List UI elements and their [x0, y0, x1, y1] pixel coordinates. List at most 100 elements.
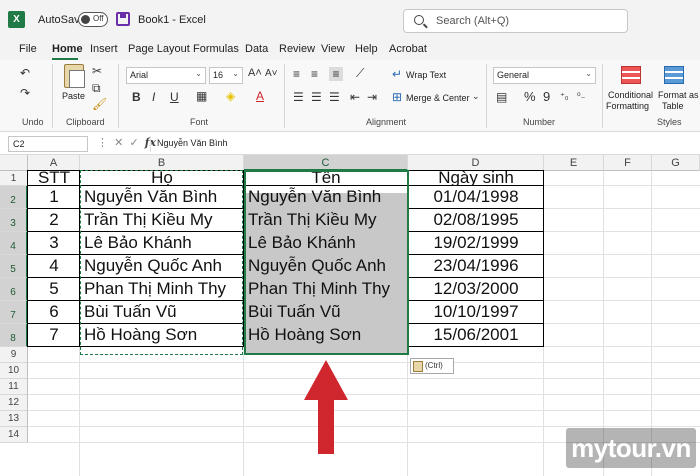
align-middle-icon[interactable]: ≡: [311, 67, 318, 81]
tab-help[interactable]: Help: [355, 43, 378, 55]
comma-style-button[interactable]: 9: [543, 89, 550, 104]
row-header-2[interactable]: 2: [0, 186, 28, 209]
group-divider: [486, 64, 487, 128]
row-header-11[interactable]: 11: [0, 379, 28, 395]
title-bar: X AutoSave Off Book1 - Excel Search (Alt…: [0, 0, 700, 40]
orientation-icon[interactable]: ⟋: [356, 66, 364, 81]
increase-indent-icon[interactable]: ⇥: [367, 90, 377, 104]
header-cell[interactable]: Tên: [244, 168, 408, 186]
tab-formulas[interactable]: Formulas: [193, 43, 239, 55]
gridline-horizontal: [28, 394, 700, 395]
decrease-font-icon[interactable]: A˅: [265, 68, 278, 79]
row-header-13[interactable]: 13: [0, 411, 28, 427]
paste-button[interactable]: Paste: [62, 91, 85, 101]
row-header-14[interactable]: 14: [0, 427, 28, 443]
percent-button[interactable]: %: [524, 89, 536, 104]
formula-input[interactable]: Nguyễn Văn Bình: [150, 136, 698, 152]
row-header-8[interactable]: 8: [0, 324, 28, 347]
group-divider: [602, 64, 603, 128]
select-all-corner[interactable]: [0, 155, 28, 171]
search-placeholder: Search (Alt+Q): [436, 15, 510, 27]
save-icon[interactable]: [116, 12, 130, 26]
cut-icon[interactable]: ✂: [92, 64, 102, 78]
document-title: Book1 - Excel: [138, 14, 206, 26]
tab-review[interactable]: Review: [279, 43, 315, 55]
tab-home[interactable]: Home: [52, 43, 83, 55]
merge-center-button[interactable]: Merge & Center: [406, 93, 470, 103]
gridline-horizontal: [28, 362, 700, 363]
align-bottom-icon[interactable]: ≡: [329, 67, 343, 81]
align-center-icon[interactable]: ☰: [311, 90, 322, 104]
table-cell[interactable]: 15/06/2001: [408, 325, 544, 351]
undo-icon[interactable]: ↶: [20, 66, 30, 80]
font-name-select[interactable]: Arial ⌄: [126, 67, 206, 84]
column-header-e[interactable]: E: [544, 155, 604, 171]
header-cell[interactable]: Ngày sinh: [408, 168, 544, 186]
merge-icon: ⊞: [392, 90, 403, 104]
row-header-3[interactable]: 3: [0, 209, 28, 232]
alignment-group-label: Alignment: [366, 117, 407, 127]
row-header-4[interactable]: 4: [0, 232, 28, 255]
conditional-formatting-icon[interactable]: [621, 66, 641, 84]
format-painter-icon[interactable]: 🖌: [92, 97, 107, 111]
paste-icon[interactable]: [64, 64, 85, 88]
row-header-5[interactable]: 5: [0, 255, 28, 278]
italic-button[interactable]: I: [152, 90, 155, 104]
fill-color-icon[interactable]: ◈: [226, 89, 235, 103]
row-header-9[interactable]: 9: [0, 347, 28, 363]
tab-insert[interactable]: Insert: [90, 43, 118, 55]
font-size-select[interactable]: 16 ⌄: [209, 67, 243, 84]
format-as-table-label-1[interactable]: Format as: [658, 90, 699, 100]
column-header-g[interactable]: G: [652, 155, 700, 171]
search-input[interactable]: Search (Alt+Q): [403, 9, 628, 33]
bold-button[interactable]: B: [132, 90, 141, 104]
tab-page-layout[interactable]: Page Layout: [128, 43, 190, 55]
underline-button[interactable]: U: [170, 90, 179, 104]
table-cell[interactable]: Hồ Hoàng Sơn: [248, 325, 408, 351]
tab-data[interactable]: Data: [245, 43, 268, 55]
font-color-button[interactable]: A: [256, 89, 264, 103]
tab-file[interactable]: File: [19, 43, 37, 55]
red-arrow-up-icon: [304, 360, 348, 454]
autosave-toggle[interactable]: Off: [78, 12, 108, 27]
tab-acrobat[interactable]: Acrobat: [389, 43, 427, 55]
number-format-value: General: [497, 70, 530, 80]
increase-font-icon[interactable]: A˄: [248, 67, 262, 79]
header-cell[interactable]: STT: [28, 168, 80, 186]
row-header-6[interactable]: 6: [0, 278, 28, 301]
formula-tools: ⋮ ✕ ✓ fx: [97, 136, 157, 149]
paste-options-button[interactable]: (Ctrl): [410, 358, 454, 374]
align-left-icon[interactable]: ☰: [293, 90, 304, 104]
row-header-12[interactable]: 12: [0, 395, 28, 411]
conditional-formatting-label-2[interactable]: Formatting: [606, 101, 649, 111]
align-top-icon[interactable]: ≡: [293, 67, 300, 81]
row-header-1[interactable]: 1: [0, 171, 28, 186]
column-header-f[interactable]: F: [604, 155, 652, 171]
row-header-7[interactable]: 7: [0, 301, 28, 324]
number-group-label: Number: [523, 117, 556, 127]
chevron-down-icon[interactable]: ⌄: [472, 91, 480, 102]
decrease-decimal-icon[interactable]: ⁰₋: [577, 91, 585, 102]
table-cell[interactable]: 7: [28, 325, 80, 351]
table-cell[interactable]: Hồ Hoàng Sơn: [84, 325, 244, 351]
decrease-indent-icon[interactable]: ⇤: [350, 90, 360, 104]
conditional-formatting-label-1[interactable]: Conditional: [608, 90, 653, 100]
borders-icon[interactable]: ▦: [196, 89, 207, 103]
format-as-table-label-2[interactable]: Table: [662, 101, 684, 111]
header-cell[interactable]: Họ: [80, 168, 244, 186]
redo-icon[interactable]: ↷: [20, 86, 30, 100]
row-header-10[interactable]: 10: [0, 363, 28, 379]
copy-icon[interactable]: ⧉: [92, 81, 101, 96]
accounting-format-icon[interactable]: ▤: [496, 90, 507, 104]
number-format-select[interactable]: General ⌄: [493, 67, 596, 84]
clipboard-icon: [413, 361, 423, 372]
wrap-text-button[interactable]: Wrap Text: [406, 70, 446, 80]
format-as-table-icon[interactable]: [664, 66, 684, 84]
chevron-down-icon: ⌄: [232, 69, 239, 78]
wrap-text-icon: ↵: [392, 67, 403, 81]
increase-decimal-icon[interactable]: ⁺₀: [560, 91, 569, 102]
name-box[interactable]: C2: [8, 136, 88, 152]
align-right-icon[interactable]: ☰: [329, 90, 340, 104]
gridline-horizontal: [28, 426, 700, 427]
tab-view[interactable]: View: [321, 43, 345, 55]
